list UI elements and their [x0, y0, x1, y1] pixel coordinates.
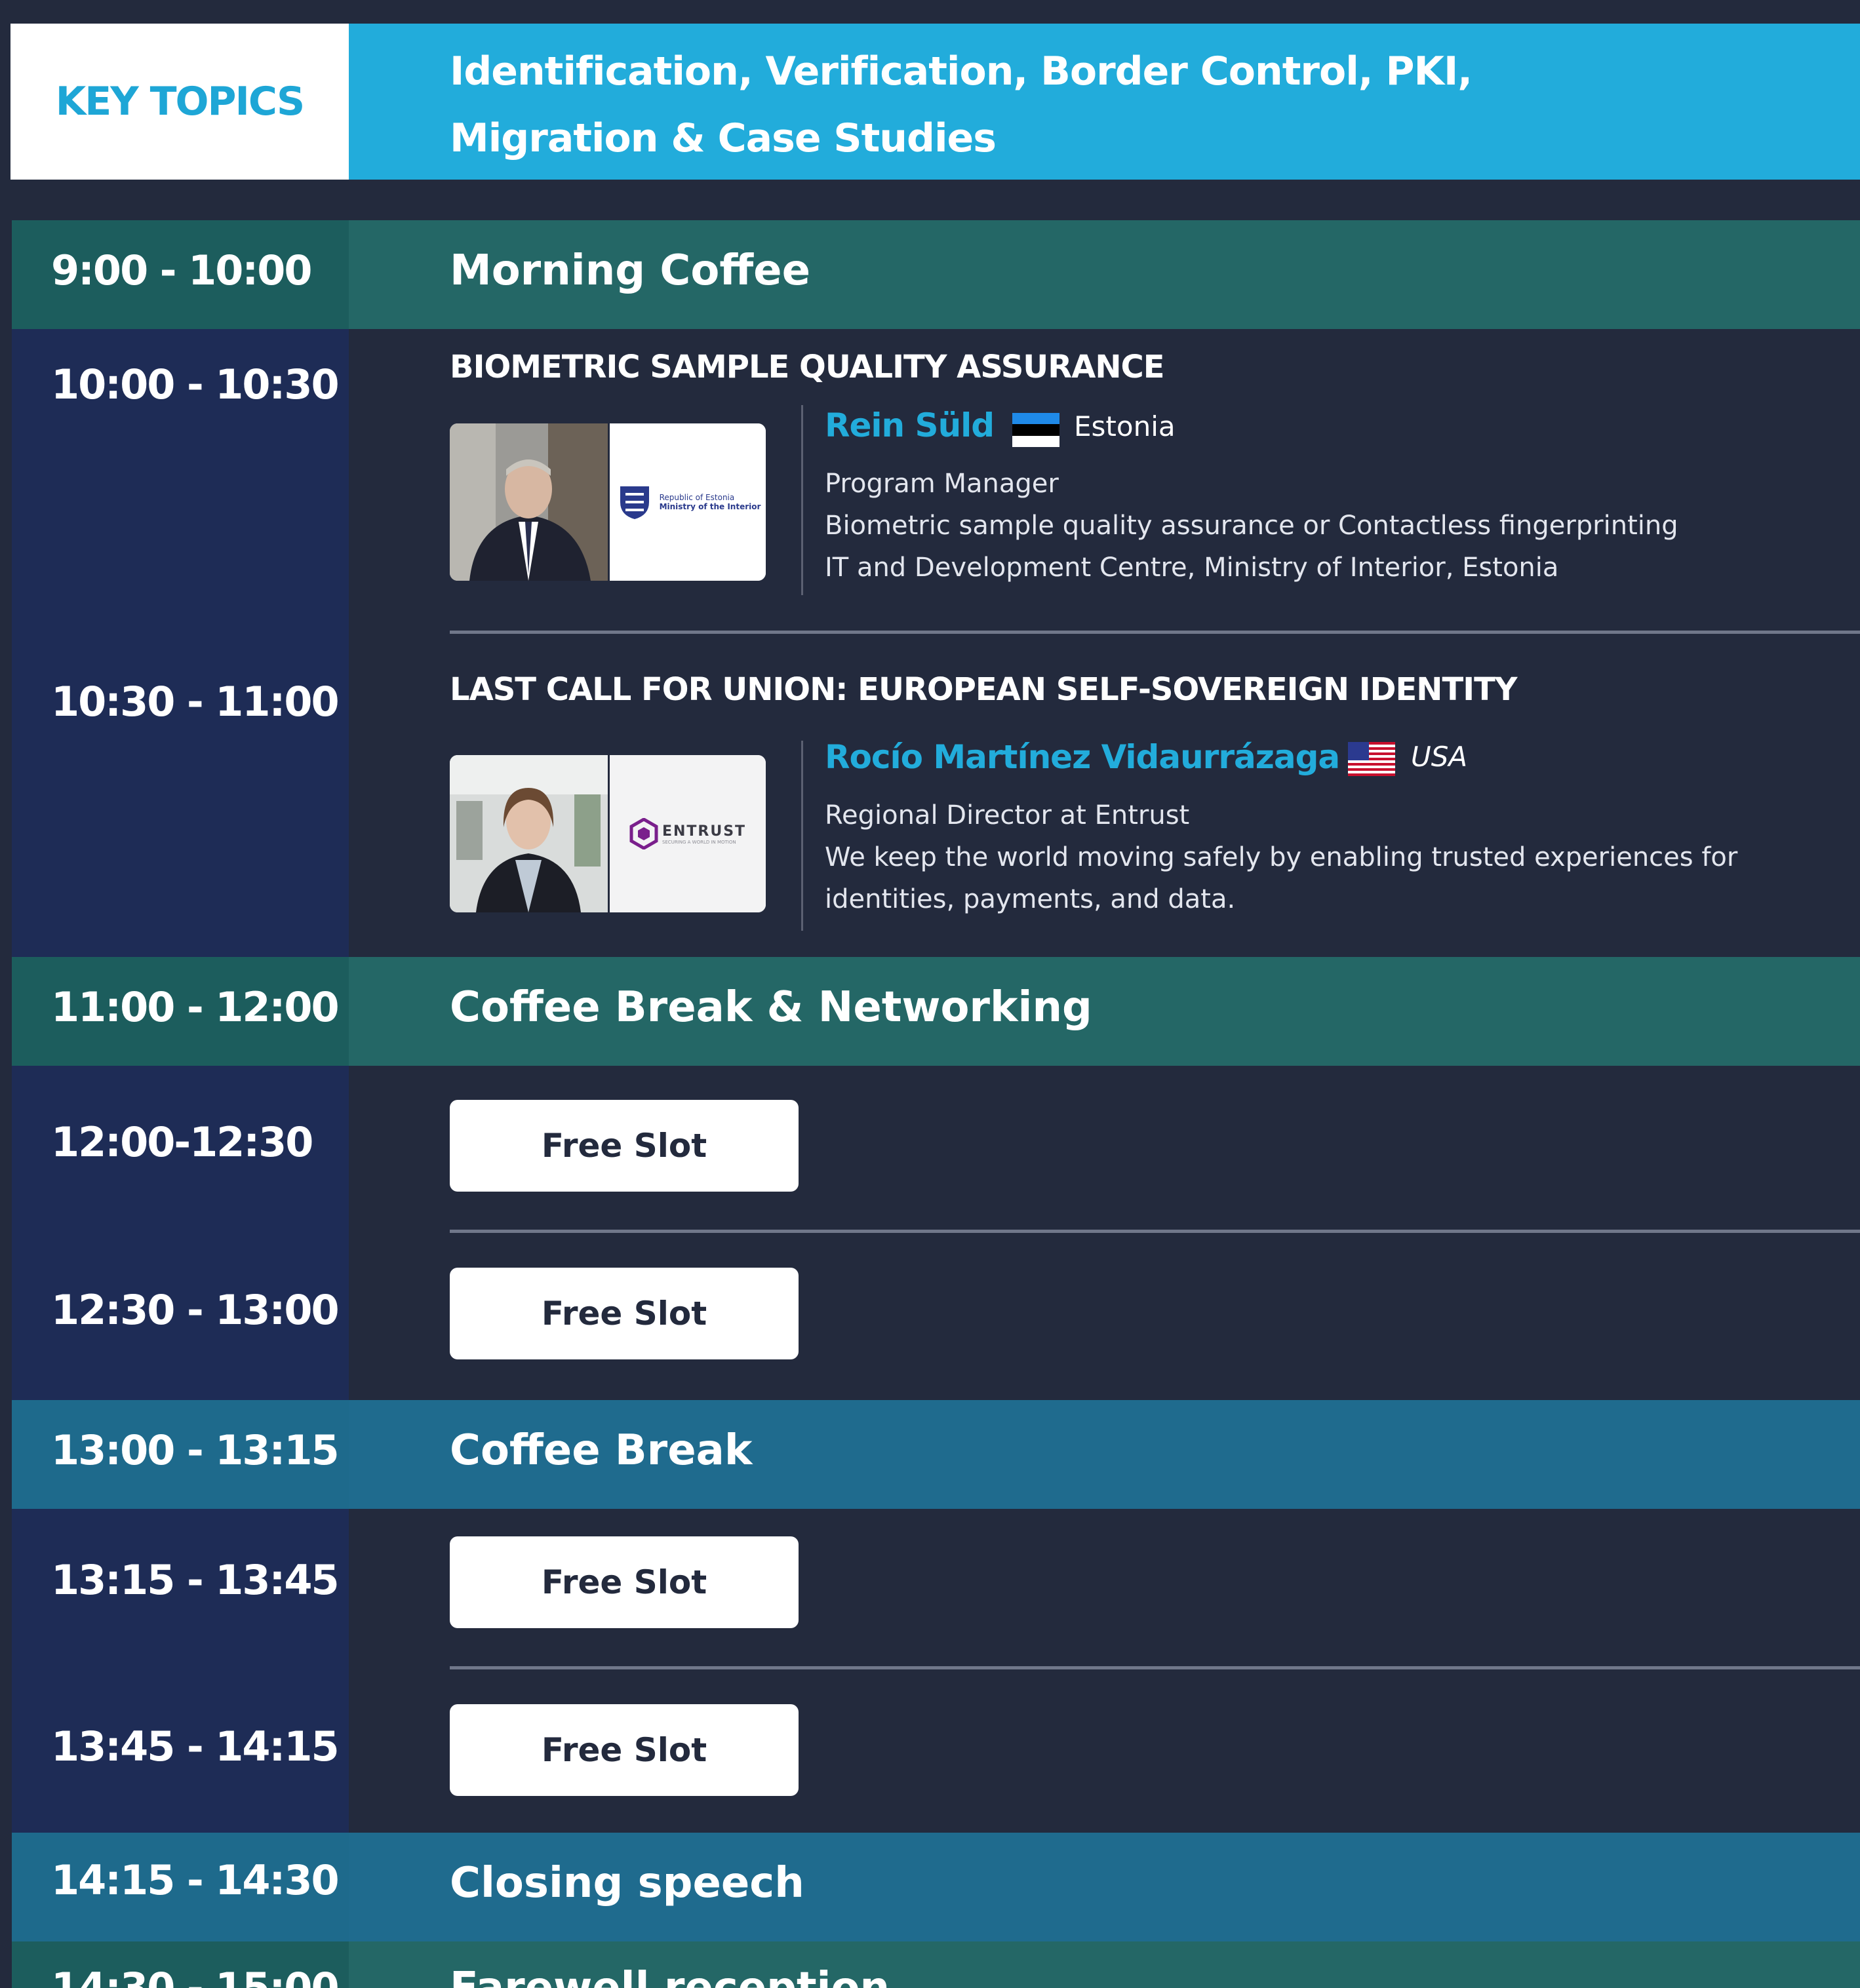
talk1-divider: [801, 405, 803, 595]
talk1-role: Program Manager: [825, 469, 1059, 499]
slot2-time: 12:30 - 13:00: [51, 1286, 340, 1334]
talk2-role: Regional Director at Entrust: [825, 800, 1190, 830]
estonia-flag-icon: [1012, 413, 1059, 447]
talk-separator: [450, 631, 1860, 634]
slot-separator: [450, 1666, 1860, 1669]
talk2-time: 10:30 - 11:00: [51, 678, 340, 726]
speaker-photo: [450, 755, 608, 912]
free-slot-button-4[interactable]: Free Slot: [450, 1704, 799, 1796]
farewell-time: 14:30 - 15:00: [51, 1964, 340, 1988]
morning-coffee-time: 9:00 - 10:00: [51, 246, 312, 294]
key-topics-label-box: KEY TOPICS: [10, 24, 349, 180]
talk1-country: Estonia: [1074, 410, 1176, 442]
slot1-time: 12:00-12:30: [51, 1118, 313, 1166]
free-slot-button-label: Free Slot: [541, 1563, 707, 1601]
entrust-logo-name: ENTRUST: [662, 823, 747, 840]
coffee-networking-time: 11:00 - 12:00: [51, 983, 340, 1031]
slots-time-column-1: [12, 1066, 349, 1400]
talk1-topic: Biometric sample quality assurance or Co…: [825, 511, 1678, 541]
slot-separator: [450, 1230, 1860, 1233]
closing-title: Closing speech: [450, 1859, 804, 1907]
ministry-logo-line-1: Republic of Estonia: [659, 493, 735, 502]
key-topics-line-2: Migration & Case Studies: [450, 115, 997, 161]
coffee-break-title: Coffee Break: [450, 1426, 753, 1475]
free-slot-button-label: Free Slot: [541, 1127, 707, 1165]
slot3-time: 13:15 - 13:45: [51, 1556, 340, 1604]
usa-flag-icon: [1348, 742, 1395, 776]
free-slot-button-label: Free Slot: [541, 1295, 707, 1333]
talk2-divider: [801, 741, 803, 931]
talk1-speaker-name[interactable]: Rein Süld: [825, 406, 995, 444]
farewell-time-cell: 14:30 - 15:00: [12, 1941, 349, 1988]
ministry-logo-line-2: Ministry of the Interior: [659, 502, 761, 511]
talk2-speaker-card[interactable]: ENTRUST SECURING A WORLD IN MOTION: [450, 755, 766, 912]
key-topics-line-1: Identification, Verification, Border Con…: [450, 49, 1473, 94]
key-topics-label: KEY TOPICS: [55, 79, 305, 125]
key-topics-text: Identification, Verification, Border Con…: [450, 38, 1761, 172]
talk2-country: USA: [1411, 741, 1468, 773]
free-slot-button-label: Free Slot: [541, 1731, 707, 1769]
talk2-company-line-1: We keep the world moving safely by enabl…: [825, 842, 1738, 872]
talk2-description: Regional Director at Entrust We keep the…: [825, 794, 1848, 920]
talk1-organization: IT and Development Centre, Ministry of I…: [825, 553, 1559, 583]
talk1-speaker-card[interactable]: Republic of Estonia Ministry of the Inte…: [450, 423, 766, 581]
farewell-row: Farewell reception: [349, 1941, 1860, 1988]
free-slot-button-2[interactable]: Free Slot: [450, 1268, 799, 1359]
slot4-time: 13:45 - 14:15: [51, 1723, 340, 1770]
talk2-title: LAST CALL FOR UNION: EUROPEAN SELF-SOVER…: [450, 671, 1518, 708]
morning-coffee-title: Morning Coffee: [450, 246, 810, 295]
farewell-title: Farewell reception: [450, 1964, 890, 1988]
entrust-logo: ENTRUST SECURING A WORLD IN MOTION: [608, 755, 766, 912]
closing-time: 14:15 - 14:30: [51, 1856, 340, 1904]
speaker-photo: [450, 423, 608, 581]
talk1-time: 10:00 - 10:30: [51, 361, 340, 408]
coffee-break-time: 13:00 - 13:15: [51, 1426, 340, 1474]
talks-time-column: [12, 329, 349, 957]
ministry-logo: Republic of Estonia Ministry of the Inte…: [608, 423, 766, 581]
talk2-company-line-2: identities, payments, and data.: [825, 884, 1236, 914]
coffee-networking-title: Coffee Break & Networking: [450, 983, 1092, 1032]
estonia-coat-of-arms-icon: [620, 486, 649, 519]
entrust-hexagon-icon: [629, 818, 658, 849]
talk2-speaker-name[interactable]: Rocío Martínez Vidaurrázaga: [825, 738, 1340, 776]
talk1-title: BIOMETRIC SAMPLE QUALITY ASSURANCE: [450, 349, 1165, 385]
free-slot-button-1[interactable]: Free Slot: [450, 1100, 799, 1192]
entrust-logo-tagline: SECURING A WORLD IN MOTION: [662, 839, 736, 845]
free-slot-button-3[interactable]: Free Slot: [450, 1536, 799, 1628]
talk1-description: Program Manager Biometric sample quality…: [825, 463, 1848, 589]
